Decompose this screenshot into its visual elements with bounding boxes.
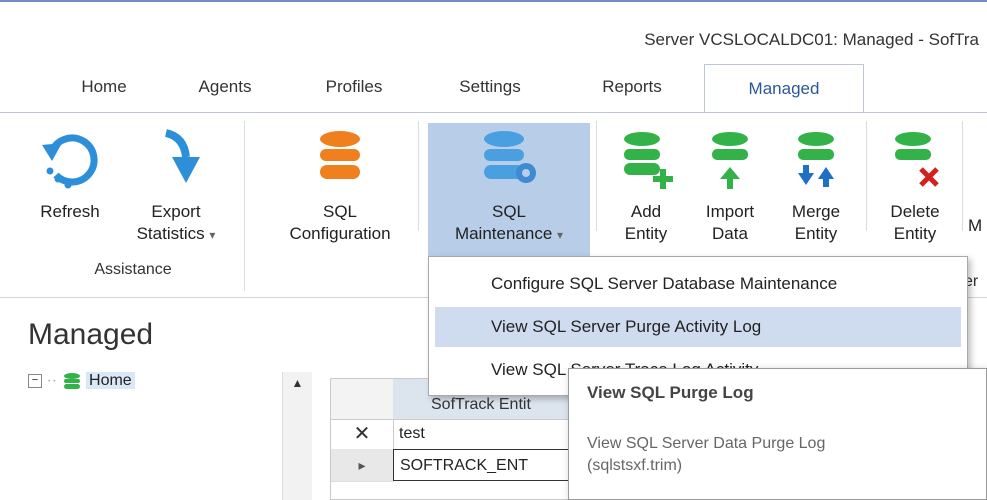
cut-off-ribbon-button[interactable]: M [968, 215, 987, 237]
export-arrow-icon [164, 129, 200, 183]
database-delete-icon [895, 132, 939, 187]
export-label-1: Export [151, 202, 201, 221]
tooltip: View SQL Purge Log View SQL Server Data … [568, 368, 987, 500]
ribbon-tabs: Home Agents Profiles Settings Reports Ma… [0, 62, 987, 114]
tab-agents[interactable]: Agents [180, 62, 270, 112]
tab-reports[interactable]: Reports [584, 62, 680, 112]
grid-corner [331, 379, 394, 420]
database-gear-icon [484, 131, 536, 183]
refresh-button[interactable]: Refresh [28, 127, 112, 223]
delete-entity-button[interactable]: Delete Entity [872, 127, 958, 245]
export-label-2-text: Statistics [136, 224, 205, 243]
chevron-down-icon: ▾ [209, 228, 216, 242]
import-data-label-2: Data [712, 224, 748, 243]
row-marker-delete-icon[interactable]: ✕ [331, 419, 394, 450]
merge-entity-label-2: Entity [794, 224, 838, 243]
refresh-icon [42, 134, 98, 189]
sql-maint-label-2: Maintenance ▾ [430, 223, 588, 246]
menu-item-configure-maintenance[interactable]: Configure SQL Server Database Maintenanc… [435, 264, 961, 304]
tree-item-home[interactable]: Home [86, 372, 135, 389]
sql-maintenance-button[interactable]: SQL Maintenance ▾ [430, 127, 588, 246]
export-label-2: Statistics ▾ [116, 223, 236, 246]
tree-collapse-icon[interactable]: − [28, 374, 42, 388]
tooltip-desc-line-2: (sqlstsxf.trim) [587, 457, 683, 474]
panel-title: Managed [28, 318, 154, 351]
row-marker-current-icon[interactable]: ▸ [331, 449, 394, 482]
tab-settings[interactable]: Settings [442, 62, 538, 112]
tab-managed[interactable]: Managed [704, 64, 864, 114]
sql-maint-label-1: SQL [491, 202, 527, 221]
refresh-label: Refresh [40, 202, 100, 221]
entity-grid: SofTrack Entit ✕ test ▸ SOFTRACK_ENT [330, 378, 590, 500]
sql-maint-label-2-text: Maintenance [454, 224, 553, 243]
delete-entity-label-2: Entity [893, 224, 937, 243]
sql-config-label-2: Configuration [289, 224, 391, 243]
window-title: Server VCSLOCALDC01: Managed - SofTra [644, 30, 979, 49]
grid-cell[interactable]: SOFTRACK_ENT [393, 449, 589, 481]
scroll-up-icon[interactable]: ▲ [283, 376, 312, 390]
tree-view: − ·· Home [28, 372, 135, 390]
merge-entity-label-1: Merge [791, 202, 841, 221]
tree-connector: ·· [46, 372, 58, 389]
group-assistance-label: Assistance [94, 261, 172, 278]
export-statistics-button[interactable]: Export Statistics ▾ [116, 127, 236, 246]
database-orange-icon [320, 131, 360, 179]
database-merge-icon [798, 132, 834, 187]
menu-item-view-purge-log[interactable]: View SQL Server Purge Activity Log [435, 307, 961, 347]
tab-home[interactable]: Home [62, 62, 146, 112]
database-add-icon [624, 132, 673, 189]
scrollbar[interactable]: ▲ [282, 372, 312, 500]
add-entity-button[interactable]: Add Entity [606, 127, 686, 245]
grid-cell[interactable]: test [393, 419, 589, 450]
sql-config-label-1: SQL [322, 202, 358, 221]
database-small-icon [63, 373, 80, 389]
ribbon-separator [244, 121, 245, 291]
tab-profiles[interactable]: Profiles [306, 62, 402, 112]
add-entity-label-2: Entity [624, 224, 668, 243]
ribbon-separator [866, 121, 867, 231]
chevron-down-icon: ▾ [557, 228, 564, 242]
import-data-label-1: Import [705, 202, 755, 221]
delete-entity-label-1: Delete [890, 202, 940, 221]
tooltip-desc-line-1: View SQL Server Data Purge Log [587, 435, 826, 452]
database-import-icon [712, 132, 748, 189]
import-data-button[interactable]: Import Data [690, 127, 770, 245]
tooltip-description: View SQL Server Data Purge Log (sqlstsxf… [587, 433, 825, 477]
ribbon-separator [418, 121, 419, 231]
ribbon-separator [596, 121, 597, 231]
sql-configuration-button[interactable]: SQL Configuration [268, 127, 412, 245]
title-bar: Server VCSLOCALDC01: Managed - SofTra [0, 0, 987, 62]
tooltip-title: View SQL Purge Log [587, 383, 754, 402]
add-entity-label-1: Add [630, 202, 662, 221]
merge-entity-button[interactable]: Merge Entity [772, 127, 860, 245]
ribbon-separator [962, 121, 963, 231]
